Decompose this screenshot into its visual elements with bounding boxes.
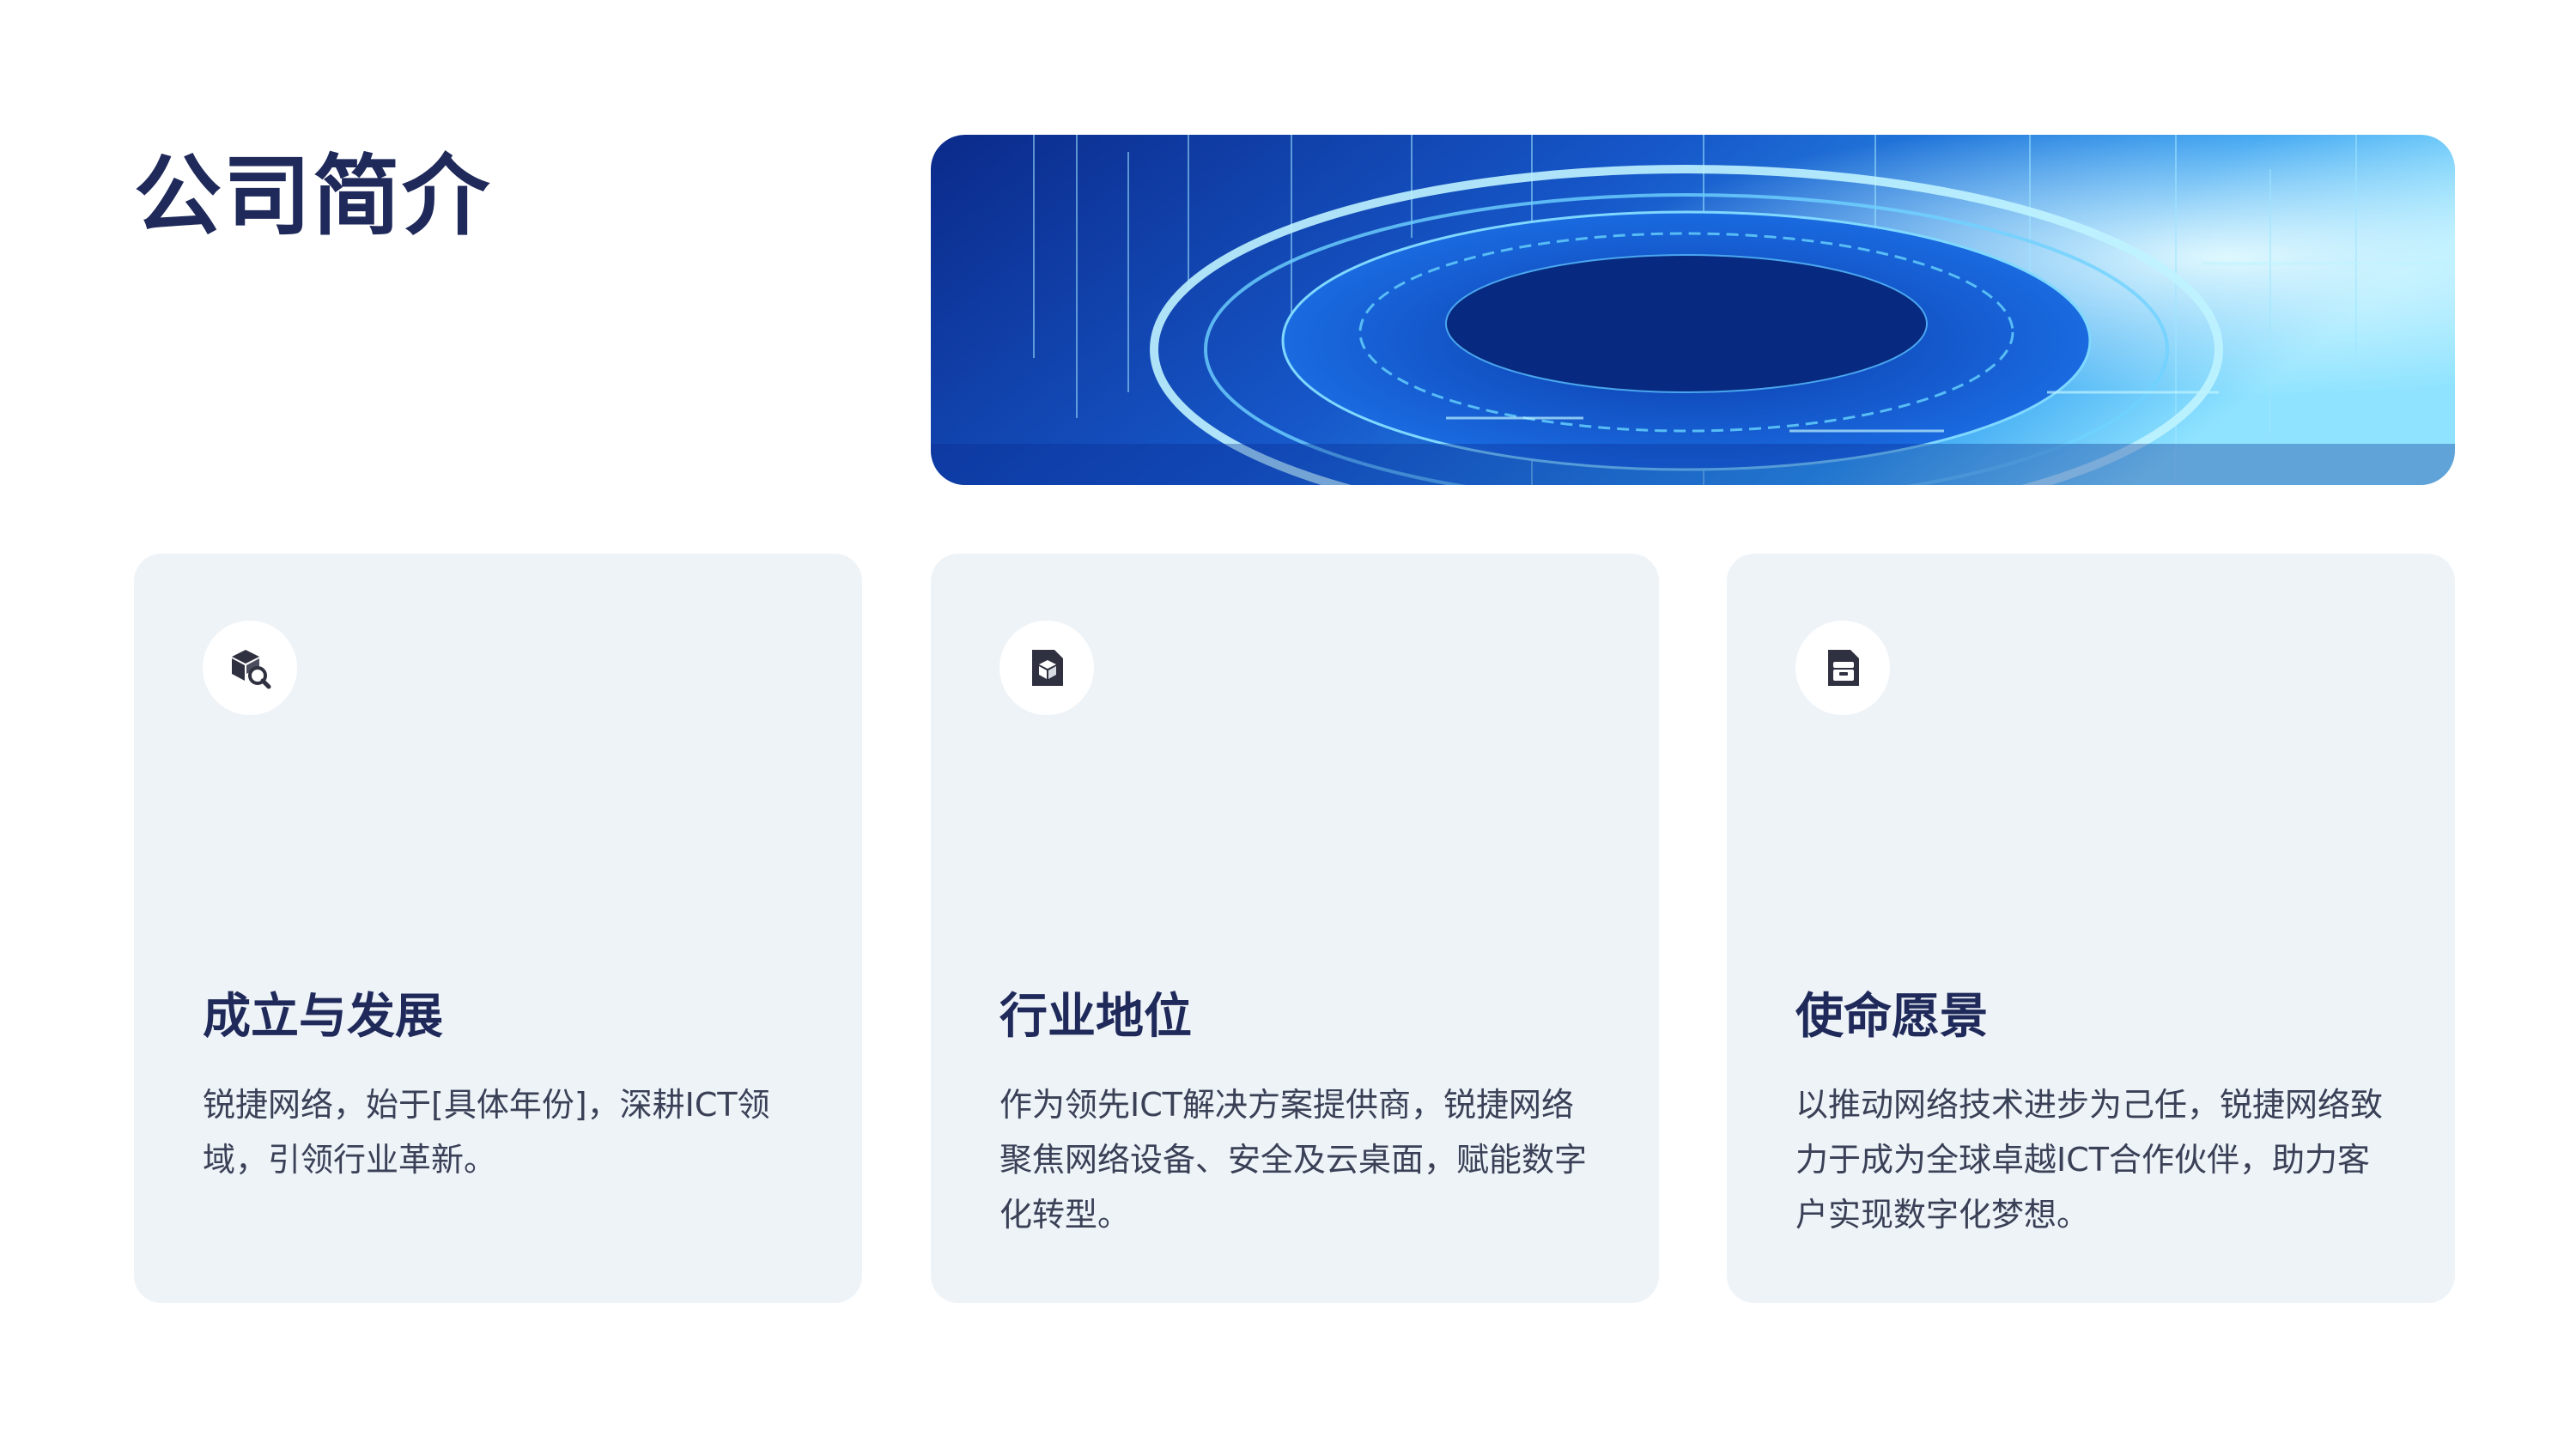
hero-image — [931, 135, 2455, 485]
card-founding-development: 成立与发展 锐捷网络，始于[具体年份]，深耕ICT领域，引领行业革新。 — [134, 554, 862, 1303]
archive-document-icon — [1828, 650, 1859, 686]
hero-circuit-illustration — [931, 135, 2455, 485]
card-industry-position: 行业地位 作为领先ICT解决方案提供商，锐捷网络聚焦网络设备、安全及云桌面，赋能… — [931, 554, 1659, 1303]
card-title: 使命愿景 — [1795, 989, 1988, 1045]
card-body: 作为领先ICT解决方案提供商，锐捷网络聚焦网络设备、安全及云桌面，赋能数字化转型… — [999, 1086, 1588, 1234]
card-mission-vision: 使命愿景 以推动网络技术进步为己任，锐捷网络致力于成为全球卓越ICT合作伙伴，助… — [1727, 554, 2455, 1303]
card-title: 行业地位 — [999, 989, 1192, 1045]
page-title: 公司简介 — [134, 146, 491, 248]
box-document-icon — [1032, 650, 1063, 686]
archive-document-icon-badge — [1795, 621, 1890, 715]
box-document-icon-badge — [999, 621, 1094, 715]
box-search-icon-badge — [203, 621, 297, 715]
card-title: 成立与发展 — [203, 989, 443, 1045]
card-body: 锐捷网络，始于[具体年份]，深耕ICT领域，引领行业革新。 — [203, 1086, 770, 1179]
box-search-icon — [232, 650, 271, 689]
card-body: 以推动网络技术进步为己任，锐捷网络致力于成为全球卓越ICT合作伙伴，助力客户实现… — [1795, 1086, 2384, 1234]
